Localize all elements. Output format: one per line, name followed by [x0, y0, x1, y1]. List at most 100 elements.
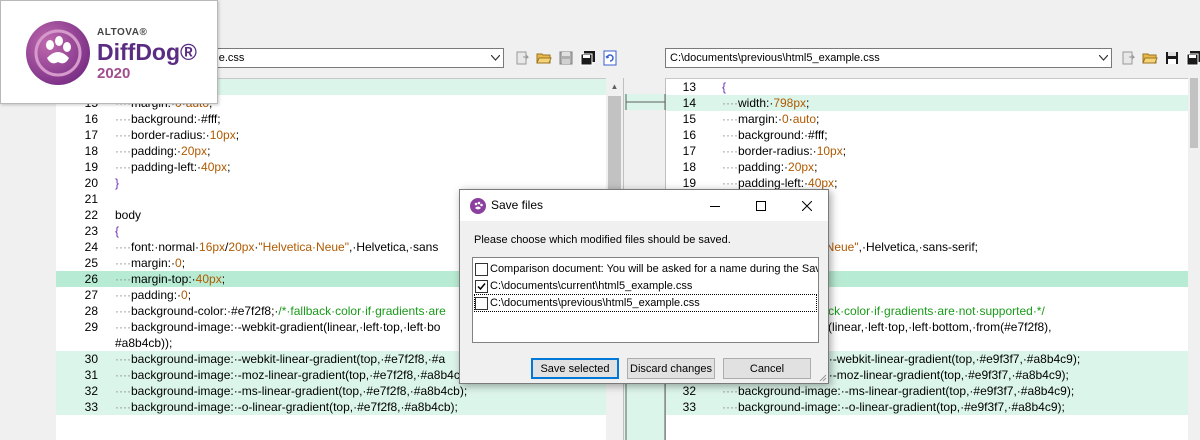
save-icon[interactable] [1162, 49, 1182, 67]
code-token: ···· [115, 160, 131, 174]
save-selected-button[interactable]: Save selected [531, 358, 619, 379]
code-text: ····margin-top:·40px; [115, 271, 225, 287]
code-text: ····background-image:·-ms-linear-gradien… [722, 383, 1074, 399]
code-text: ····background-image:·-o-linear-gradient… [115, 399, 458, 415]
code-token: border-radius:· [130, 128, 210, 142]
cancel-button[interactable]: Cancel [723, 358, 811, 379]
right-code-line[interactable]: 33 ····background-image:·-o-linear-gradie… [666, 399, 1188, 415]
code-token: 20px [228, 240, 255, 254]
code-token: ; [806, 96, 810, 110]
right-vertical-scrollbar[interactable] [1188, 78, 1200, 440]
browse-icon[interactable] [1118, 49, 1138, 67]
code-text: ····margin:·0·auto; [722, 111, 819, 127]
code-token: border-radius:· [737, 144, 817, 158]
code-token: background-image:·-o-linear-gradient(top… [737, 400, 1065, 414]
code-token: 10px [209, 128, 236, 142]
right-path-text: C:\documents\previous\html5_example.css [670, 52, 880, 64]
modified-files-list[interactable]: Comparison document: You will be asked f… [472, 257, 819, 343]
right-pane-toolbar: C:\documents\previous\html5_example.css [660, 45, 1200, 75]
code-text: { [115, 223, 119, 239]
code-text: ····background-image:·-ms-linear-gradien… [115, 383, 467, 399]
line-number: 29 [84, 320, 98, 334]
line-number: 19 [84, 160, 98, 174]
right-code-line[interactable]: 16 ····background:·#fff; [666, 127, 1188, 143]
line-number: 32 [682, 384, 696, 398]
code-token: margin:· [130, 256, 175, 270]
file-list-item[interactable]: C:\documents\current\html5_example.css [475, 278, 816, 294]
dialog-prompt: Please choose which modified files shoul… [474, 234, 731, 246]
file-label: C:\documents\current\html5_example.css [490, 280, 693, 292]
code-token: ···· [115, 384, 131, 398]
maximize-icon [756, 200, 766, 211]
code-token: background:·#fff; [737, 128, 828, 142]
close-button[interactable] [784, 190, 830, 221]
code-text: ····border-radius:·10px; [722, 143, 846, 159]
maximize-button[interactable] [738, 190, 784, 221]
right-code-line[interactable]: 32 ····background-image:·-ms-linear-gradi… [666, 383, 1188, 399]
scroll-up-icon[interactable]: ▲ [606, 78, 623, 94]
diffdog-window: mple.css C:\documents\previous\html5_exa… [0, 0, 1200, 440]
code-text: body [115, 207, 141, 223]
right-code-line[interactable]: 18 ····padding:·20px; [666, 159, 1188, 175]
code-token: ···· [722, 176, 738, 190]
code-token: ; [834, 176, 838, 190]
line-number: 16 [84, 112, 98, 126]
checkbox[interactable] [475, 262, 488, 276]
code-token: ···· [115, 304, 131, 318]
right-path-combo[interactable]: C:\documents\previous\html5_example.css [665, 48, 1112, 68]
resize-grip-icon[interactable] [817, 372, 827, 382]
right-code-line[interactable]: 13 { [666, 79, 1188, 95]
left-code-line[interactable]: 32 ····background-image:·-ms-linear-gradi… [56, 383, 606, 399]
code-token: ···· [115, 368, 131, 382]
left-code-line[interactable]: 19 ····padding-left:·40px; [56, 159, 606, 175]
line-number: 31 [84, 368, 98, 382]
right-scroll-thumb[interactable] [1190, 78, 1198, 148]
code-token: ···· [722, 112, 738, 126]
chevron-down-icon[interactable] [1095, 49, 1111, 67]
line-number: 30 [84, 352, 98, 366]
right-code-line[interactable]: 17 ····border-radius:·10px; [666, 143, 1188, 159]
code-token: padding:· [130, 288, 182, 302]
minimize-button[interactable] [692, 190, 738, 221]
diffdog-paw-logo-icon [26, 21, 90, 85]
brand-year: 2020 [97, 65, 131, 82]
save-all-icon[interactable] [1184, 49, 1200, 67]
line-number: 17 [682, 144, 696, 158]
left-code-line[interactable]: 18 ····padding:·20px; [56, 143, 606, 159]
line-number: 22 [84, 208, 98, 222]
open-folder-icon[interactable] [1140, 49, 1160, 67]
code-token: padding:· [737, 160, 789, 174]
code-token: font:·normal· [130, 240, 200, 254]
code-token: ; [221, 272, 226, 286]
open-folder-icon[interactable] [534, 49, 554, 67]
dialog-titlebar[interactable]: Save files [460, 190, 828, 221]
discard-changes-button[interactable]: Discard changes [627, 358, 715, 379]
left-code-line[interactable]: 16 ····background:·#fff; [56, 111, 606, 127]
code-token: ···· [115, 256, 131, 270]
code-token: #a8b4cb)); [115, 336, 173, 350]
diffdog-app-icon [470, 198, 486, 214]
code-token: ···· [722, 144, 738, 158]
checkbox[interactable] [475, 296, 488, 310]
code-text: { [722, 79, 726, 95]
browse-icon[interactable] [512, 49, 532, 67]
code-token: ; [842, 144, 847, 158]
code-token: background-image:·-webkit-gradient(linea… [130, 320, 441, 334]
chevron-down-icon[interactable] [487, 49, 503, 67]
right-code-line[interactable]: 14 ····width:·798px; [666, 95, 1188, 111]
left-code-line[interactable]: 33 ····background-image:·-o-linear-gradie… [56, 399, 606, 415]
code-text: ····background:·#fff; [115, 111, 221, 127]
refresh-icon[interactable] [600, 49, 620, 67]
save-all-icon[interactable] [578, 49, 598, 67]
file-list-item[interactable]: Comparison document: You will be asked f… [475, 261, 818, 277]
left-code-line[interactable]: 17 ····border-radius:·10px; [56, 127, 606, 143]
file-list-item[interactable]: C:\documents\previous\html5_example.css [474, 294, 817, 312]
save-files-dialog: Save files Please choose which modified … [459, 189, 829, 384]
right-code-line[interactable]: 15 ····margin:·0·auto; [666, 111, 1188, 127]
minimize-icon [710, 205, 720, 207]
checkbox-checked[interactable] [475, 279, 488, 293]
right-file-toolbar [1118, 49, 1200, 67]
code-token: 20px [181, 144, 208, 158]
save-icon[interactable] [556, 49, 576, 67]
code-token: ; [814, 160, 818, 174]
